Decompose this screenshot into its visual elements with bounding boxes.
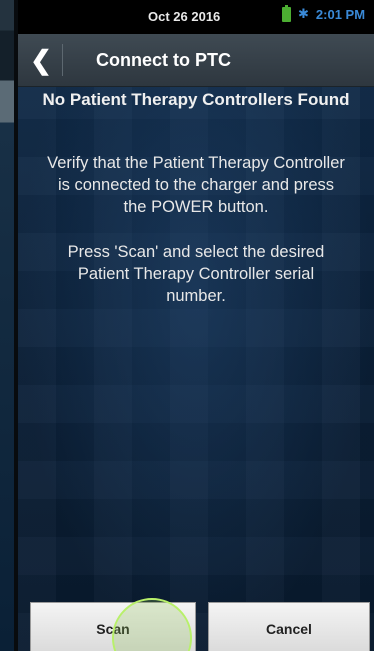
- chevron-left-icon: ❮: [30, 44, 52, 75]
- back-button[interactable]: ❮: [22, 34, 60, 86]
- status-bar: Oct 26 2016 ✱ 2:01 PM: [18, 0, 374, 34]
- title-divider: [62, 44, 63, 76]
- status-heading: No Patient Therapy Controllers Found: [42, 90, 350, 109]
- battery-charging-icon: [282, 5, 291, 22]
- scan-button[interactable]: Scan: [30, 602, 196, 651]
- cancel-button[interactable]: Cancel: [208, 602, 370, 651]
- page-title: Connect to PTC: [96, 50, 231, 70]
- instruction-scan: Press 'Scan' and select the desired Pati…: [67, 243, 325, 305]
- bluetooth-icon: ✱: [298, 7, 309, 22]
- instructions: Verify that the Patient Therapy Controll…: [18, 152, 374, 330]
- device-frame: Oct 26 2016 ✱ 2:01 PM ❮ Connect to PTC N…: [0, 0, 374, 651]
- status-date: Oct 26 2016: [148, 9, 221, 24]
- status-icons: ✱ 2:01 PM: [282, 5, 366, 22]
- adjacent-window-edge: [0, 0, 14, 651]
- button-bar: Scan Cancel: [18, 598, 374, 651]
- instruction-connect: Verify that the Patient Therapy Controll…: [47, 154, 345, 216]
- title-bar: ❮ Connect to PTC: [18, 34, 374, 87]
- app-screen: Oct 26 2016 ✱ 2:01 PM ❮ Connect to PTC N…: [18, 0, 374, 651]
- status-time: 2:01 PM: [315, 7, 366, 22]
